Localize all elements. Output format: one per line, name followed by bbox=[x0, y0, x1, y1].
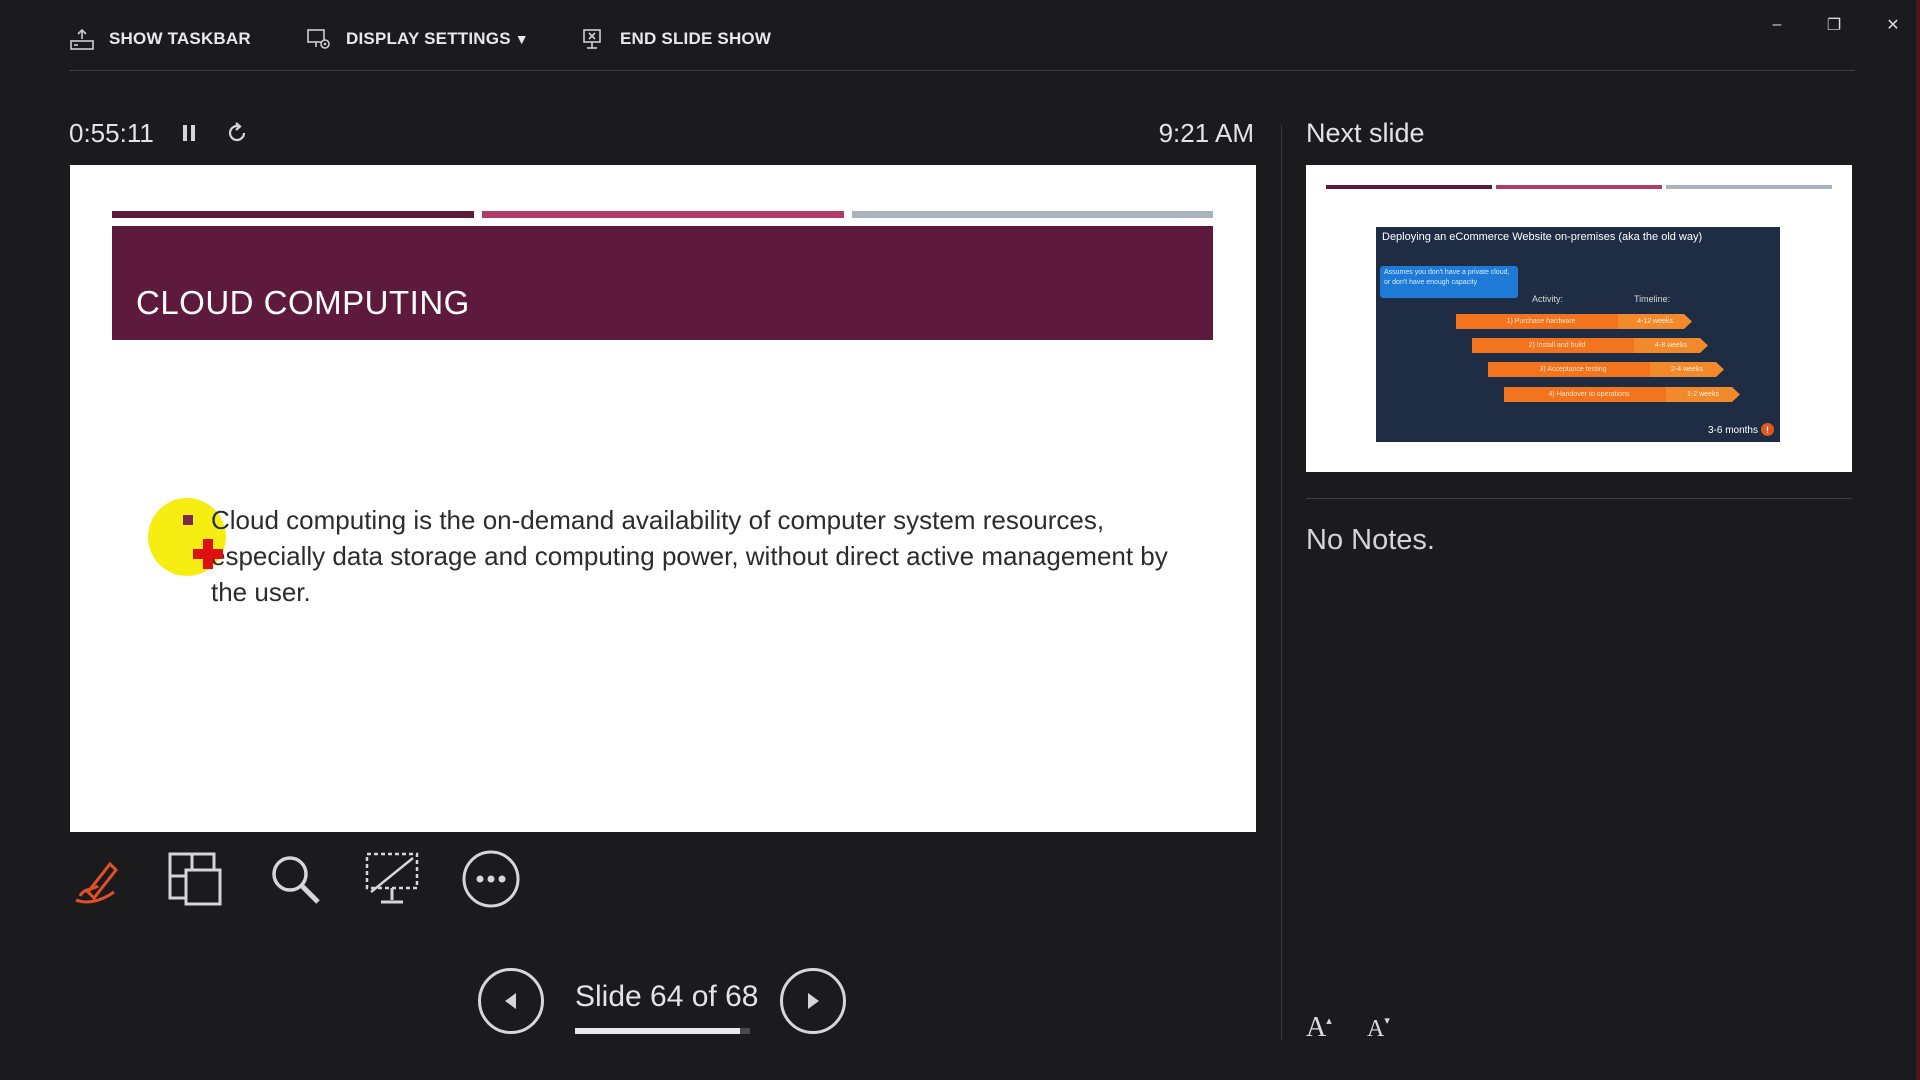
pen-tool-button[interactable] bbox=[66, 848, 128, 910]
pause-icon bbox=[183, 125, 195, 141]
more-options-button[interactable] bbox=[460, 848, 522, 910]
end-slideshow-icon bbox=[583, 29, 601, 49]
activity-arrow: 3) Acceptance testing bbox=[1488, 362, 1658, 377]
increase-font-icon: A bbox=[1306, 1012, 1327, 1043]
close-icon: ✕ bbox=[1886, 17, 1900, 34]
alert-icon: ! bbox=[1761, 423, 1774, 436]
next-slide-title: Deploying an eCommerce Website on-premis… bbox=[1382, 231, 1703, 243]
timeline-arrow: 4-12 weeks bbox=[1618, 314, 1692, 329]
restore-button[interactable]: ❐ bbox=[1817, 10, 1851, 40]
window-edge bbox=[1916, 0, 1920, 1080]
end-slide-show-label: END SLIDE SHOW bbox=[620, 29, 772, 48]
decrease-font-icon: A bbox=[1367, 1016, 1385, 1042]
restart-icon bbox=[228, 122, 246, 142]
speaker-notes: No Notes. bbox=[1306, 524, 1435, 556]
caret-up-icon: ▴ bbox=[1326, 1015, 1332, 1027]
timeline-arrow: 2-4 weeks bbox=[1650, 362, 1724, 377]
caret-down-icon: ▾ bbox=[1384, 1015, 1390, 1027]
activity-arrow: 1) Purchase hardware bbox=[1456, 314, 1626, 329]
thumb-accent-bar bbox=[1496, 185, 1662, 189]
thumb-accent-bar bbox=[1666, 185, 1832, 189]
restore-icon: ❐ bbox=[1826, 17, 1842, 34]
arrow-right-icon bbox=[808, 993, 819, 1009]
slide-accent-bar bbox=[112, 211, 474, 218]
screen-off-icon bbox=[365, 852, 419, 904]
more-icon bbox=[462, 850, 520, 908]
see-all-slides-button[interactable] bbox=[164, 848, 226, 910]
close-button[interactable]: ✕ bbox=[1876, 10, 1910, 40]
black-screen-button[interactable] bbox=[361, 848, 423, 910]
thumb-accent-bar bbox=[1326, 185, 1492, 189]
display-settings-label: DISPLAY SETTINGS bbox=[346, 29, 511, 48]
grid-icon bbox=[168, 852, 222, 906]
display-settings-icon bbox=[307, 29, 330, 49]
increase-font-button[interactable]: A ▴ bbox=[1306, 1012, 1332, 1044]
next-slide-content: Deploying an eCommerce Website on-premis… bbox=[1376, 227, 1780, 442]
slide-progress-fill bbox=[575, 1028, 740, 1034]
slide-title-band: CLOUD COMPUTING bbox=[112, 226, 1213, 340]
slide-counter[interactable]: Slide 64 of 68 bbox=[575, 980, 758, 1014]
next-slide-button[interactable] bbox=[780, 968, 846, 1034]
minimize-button[interactable]: – bbox=[1760, 10, 1794, 40]
previous-slide-button[interactable] bbox=[478, 968, 544, 1034]
pen-icon bbox=[75, 861, 119, 904]
slide-bullet-text: Cloud computing is the on-demand availab… bbox=[211, 505, 1168, 607]
activity-header: Activity: bbox=[1532, 294, 1564, 304]
next-slide-label: Next slide bbox=[1306, 118, 1425, 148]
restart-timer-button[interactable] bbox=[224, 120, 250, 146]
next-slide-preview[interactable]: Deploying an eCommerce Website on-premis… bbox=[1306, 165, 1852, 472]
pause-timer-button[interactable] bbox=[178, 120, 200, 146]
end-slide-show-button[interactable]: END SLIDE SHOW bbox=[580, 22, 771, 56]
next-slide-callout: Assumes you don't have a private cloud, … bbox=[1380, 266, 1518, 298]
panel-divider bbox=[1281, 125, 1282, 1040]
timeline-arrow: 1-2 weeks bbox=[1666, 387, 1740, 402]
taskbar-icon bbox=[70, 28, 94, 50]
slide-title: CLOUD COMPUTING bbox=[136, 284, 470, 321]
show-taskbar-label: SHOW TASKBAR bbox=[109, 29, 251, 48]
display-settings-button[interactable]: DISPLAY SETTINGS ▼ bbox=[306, 22, 529, 56]
search-icon bbox=[272, 856, 320, 904]
chevron-down-icon: ▼ bbox=[514, 31, 529, 47]
show-taskbar-button[interactable]: SHOW TASKBAR bbox=[69, 22, 251, 56]
decrease-font-button[interactable]: A ▾ bbox=[1367, 1012, 1390, 1043]
toolbar-divider bbox=[69, 70, 1855, 71]
activity-arrow: 4) Handover to operations bbox=[1504, 387, 1674, 402]
bullet-marker bbox=[183, 515, 193, 525]
elapsed-timer: 0:55:11 bbox=[69, 118, 154, 148]
slide-progress-bar bbox=[575, 1028, 750, 1034]
current-time: 9:21 AM bbox=[1158, 118, 1254, 148]
slide-accent-bar bbox=[482, 211, 844, 218]
timeline-header: Timeline: bbox=[1634, 294, 1671, 304]
arrow-left-icon bbox=[505, 993, 516, 1009]
minimize-icon: – bbox=[1772, 16, 1782, 33]
crosshair-cursor-icon bbox=[193, 539, 223, 569]
total-duration: 3-6 months bbox=[1707, 425, 1758, 436]
timeline-arrow: 4-8 weeks bbox=[1634, 338, 1708, 353]
notes-divider bbox=[1306, 498, 1852, 499]
current-slide[interactable]: CLOUD COMPUTING Cloud computing is the o… bbox=[70, 165, 1256, 832]
zoom-button[interactable] bbox=[264, 848, 326, 910]
slide-accent-bar bbox=[852, 211, 1213, 218]
activity-arrow: 2) Install and build bbox=[1472, 338, 1642, 353]
